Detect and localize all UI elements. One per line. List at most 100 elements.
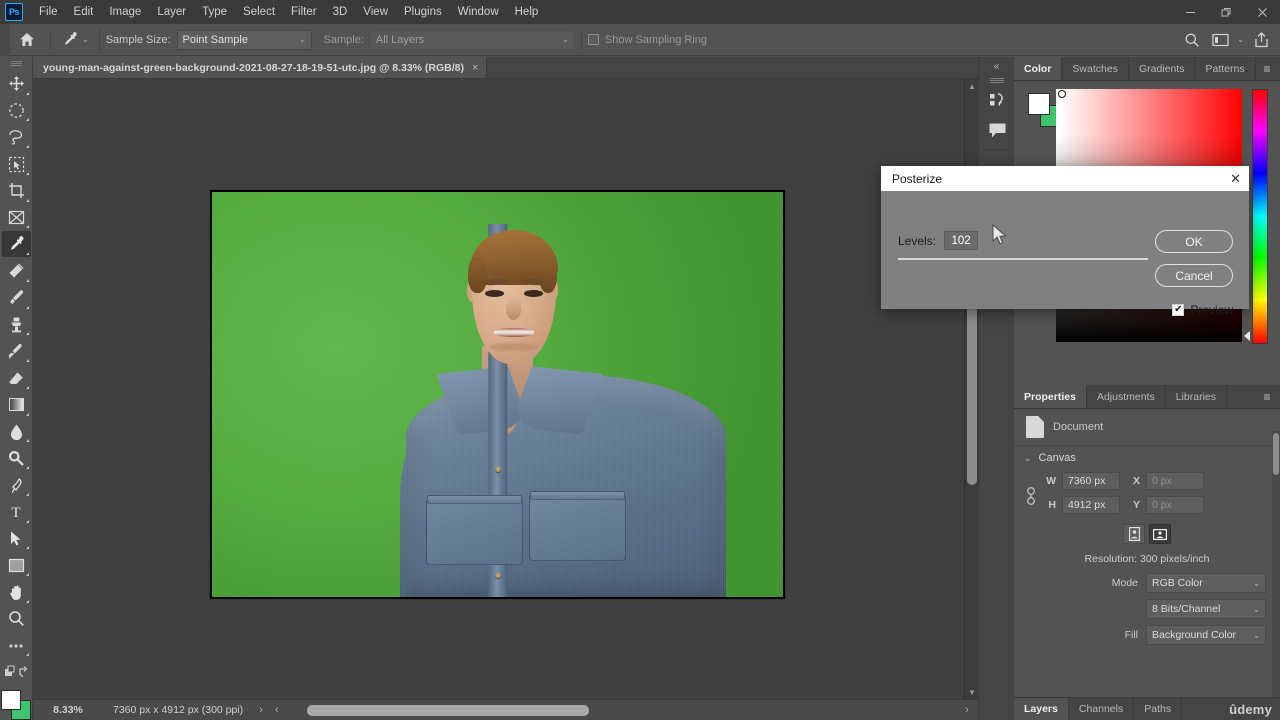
workspace-icon[interactable] bbox=[1207, 27, 1233, 53]
elliptical-marquee-tool[interactable] bbox=[2, 98, 31, 124]
posterize-dialog[interactable]: Posterize ✕ Levels: 102 OK Cancel ✔ Prev… bbox=[881, 166, 1249, 317]
scrollbar-thumb[interactable] bbox=[967, 299, 977, 485]
object-selection-tool[interactable] bbox=[2, 151, 31, 177]
blur-tool[interactable] bbox=[2, 419, 31, 445]
document-tab[interactable]: young-man-against-green-background-2021-… bbox=[33, 57, 488, 78]
close-icon[interactable]: ✕ bbox=[1230, 171, 1241, 187]
history-brush-tool[interactable] bbox=[2, 338, 31, 364]
tab-libraries[interactable]: Libraries bbox=[1166, 385, 1227, 408]
sample-select[interactable]: All Layers ⌄ bbox=[369, 29, 575, 50]
path-selection-tool[interactable] bbox=[2, 526, 31, 552]
menu-layer[interactable]: Layer bbox=[149, 0, 194, 24]
portrait-orientation-button[interactable] bbox=[1123, 524, 1145, 544]
chevron-down-icon[interactable]: ⌄ bbox=[1237, 35, 1244, 44]
history-panel-icon[interactable] bbox=[979, 85, 1015, 115]
tab-color[interactable]: Color bbox=[1014, 57, 1063, 80]
scrollbar-thumb[interactable] bbox=[1273, 433, 1279, 475]
zoom-tool[interactable] bbox=[2, 606, 31, 632]
lasso-tool[interactable] bbox=[2, 124, 31, 150]
comments-panel-icon[interactable] bbox=[979, 115, 1015, 145]
close-button[interactable] bbox=[1244, 0, 1280, 24]
tab-patterns[interactable]: Patterns bbox=[1195, 57, 1256, 80]
eraser-tool[interactable] bbox=[2, 365, 31, 391]
eyedropper-tool[interactable] bbox=[1, 231, 31, 258]
spot-healing-brush-tool[interactable] bbox=[2, 258, 31, 284]
bit-depth-select[interactable]: 8 Bits/Channel ⌄ bbox=[1146, 599, 1266, 619]
zoom-level[interactable]: 8.33% bbox=[33, 704, 103, 716]
menu-image[interactable]: Image bbox=[101, 0, 149, 24]
restore-button[interactable] bbox=[1208, 0, 1244, 24]
tab-gradients[interactable]: Gradients bbox=[1129, 57, 1196, 80]
tab-swatches[interactable]: Swatches bbox=[1062, 57, 1129, 80]
foreground-color-swatch[interactable] bbox=[1028, 93, 1050, 115]
tab-adjustments[interactable]: Adjustments bbox=[1087, 385, 1166, 408]
tab-layers[interactable]: Layers bbox=[1014, 698, 1069, 720]
color-field-marker[interactable] bbox=[1058, 90, 1066, 98]
menu-select[interactable]: Select bbox=[235, 0, 283, 24]
foreground-color-swatch[interactable] bbox=[1, 690, 21, 711]
pen-tool[interactable] bbox=[2, 472, 31, 498]
home-button[interactable] bbox=[10, 32, 44, 47]
x-input[interactable]: 0 px bbox=[1146, 472, 1204, 490]
scroll-down-icon[interactable]: ▼ bbox=[965, 685, 979, 699]
default-colors-and-swap[interactable] bbox=[2, 659, 31, 685]
hand-tool[interactable] bbox=[2, 579, 31, 605]
fill-select[interactable]: Background Color ⌄ bbox=[1146, 625, 1266, 645]
height-input[interactable]: 4912 px bbox=[1062, 496, 1120, 514]
menu-view[interactable]: View bbox=[355, 0, 396, 24]
collapse-panels-icon[interactable]: « bbox=[979, 57, 1014, 75]
y-input[interactable]: 0 px bbox=[1146, 496, 1204, 514]
status-expand-icon[interactable]: › bbox=[253, 704, 269, 716]
menu-filter[interactable]: Filter bbox=[283, 0, 325, 24]
panel-menu-icon[interactable]: ≡ bbox=[1258, 57, 1276, 81]
artboard[interactable] bbox=[210, 190, 785, 599]
show-sampling-ring-checkbox[interactable]: Show Sampling Ring bbox=[587, 34, 713, 46]
move-tool[interactable] bbox=[2, 71, 31, 97]
sample-size-select[interactable]: Point Sample ⌄ bbox=[176, 29, 312, 50]
tab-channels[interactable]: Channels bbox=[1069, 698, 1135, 720]
levels-input[interactable]: 102 bbox=[944, 231, 979, 250]
panel-menu-icon[interactable]: ≡ bbox=[1258, 385, 1276, 409]
dodge-tool[interactable] bbox=[2, 445, 31, 471]
link-dimensions-icon[interactable] bbox=[1024, 485, 1038, 507]
tab-paths[interactable]: Paths bbox=[1134, 698, 1183, 720]
gradient-tool[interactable] bbox=[2, 392, 31, 418]
frame-tool[interactable] bbox=[2, 205, 31, 231]
horizontal-scrollbar[interactable] bbox=[285, 700, 956, 720]
scroll-right-icon[interactable]: › bbox=[956, 704, 978, 716]
rectangle-tool[interactable] bbox=[2, 552, 31, 578]
crop-tool[interactable] bbox=[2, 178, 31, 204]
tool-preset-picker[interactable]: ⌄ bbox=[57, 28, 93, 52]
minimize-button[interactable] bbox=[1172, 0, 1208, 24]
search-icon[interactable] bbox=[1179, 27, 1205, 53]
canvas-section-header[interactable]: ⌄ Canvas bbox=[1014, 446, 1280, 470]
dialog-title-bar[interactable]: Posterize ✕ bbox=[881, 166, 1249, 191]
menu-plugins[interactable]: Plugins bbox=[396, 0, 450, 24]
brush-tool[interactable] bbox=[2, 285, 31, 311]
share-icon[interactable] bbox=[1248, 27, 1274, 53]
close-icon[interactable]: × bbox=[472, 62, 478, 74]
preview-checkbox[interactable]: ✔ Preview bbox=[1172, 303, 1233, 317]
levels-slider[interactable] bbox=[898, 258, 1148, 260]
rail-grip[interactable] bbox=[979, 75, 1014, 85]
scrollbar-thumb[interactable] bbox=[306, 704, 589, 716]
menu-3d[interactable]: 3D bbox=[325, 0, 356, 24]
landscape-orientation-button[interactable] bbox=[1149, 524, 1171, 544]
cancel-button[interactable]: Cancel bbox=[1155, 264, 1233, 287]
properties-scrollbar[interactable] bbox=[1272, 431, 1280, 720]
menu-edit[interactable]: Edit bbox=[66, 0, 102, 24]
toolbar-grip[interactable] bbox=[0, 57, 32, 71]
menu-help[interactable]: Help bbox=[507, 0, 547, 24]
hue-slider-thumb[interactable] bbox=[1244, 331, 1250, 341]
menu-window[interactable]: Window bbox=[450, 0, 507, 24]
type-tool[interactable]: T bbox=[2, 499, 31, 525]
scroll-left-icon[interactable]: ‹ bbox=[269, 704, 285, 716]
color-swatches[interactable] bbox=[1, 690, 31, 720]
tab-properties[interactable]: Properties bbox=[1014, 385, 1087, 408]
ok-button[interactable]: OK bbox=[1155, 230, 1233, 253]
menu-type[interactable]: Type bbox=[194, 0, 235, 24]
edit-toolbar-button[interactable] bbox=[2, 633, 31, 659]
width-input[interactable]: 7360 px bbox=[1062, 472, 1120, 490]
clone-stamp-tool[interactable] bbox=[2, 312, 31, 338]
hue-slider[interactable] bbox=[1252, 89, 1268, 344]
